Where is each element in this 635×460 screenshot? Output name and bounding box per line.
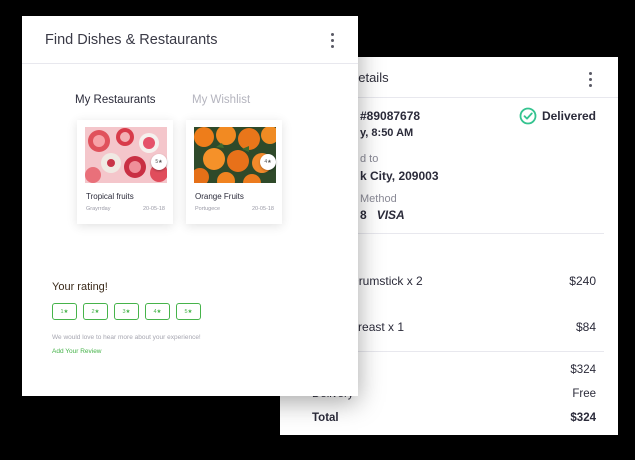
- find-dishes-header: Find Dishes & Restaurants: [22, 16, 358, 64]
- restaurant-name: Orange Fruits: [195, 192, 244, 201]
- status-label: Delivered: [541, 109, 596, 123]
- rating-note: We would love to hear more about your ex…: [52, 334, 201, 341]
- restaurant-location: Portugece: [195, 206, 221, 212]
- order-time: y, 8:50 AM: [360, 127, 414, 139]
- total-value: $324: [570, 412, 596, 424]
- delivered-to-label: d to: [360, 153, 379, 165]
- card-brand: VISA: [376, 208, 405, 222]
- rating-badge: 4★: [260, 154, 276, 170]
- item-price: $84: [575, 320, 596, 334]
- card-digit: 8: [360, 208, 367, 222]
- more-options-icon[interactable]: [589, 72, 593, 87]
- item-price: $240: [569, 274, 596, 288]
- status-badge: Delivered: [519, 107, 596, 125]
- add-review-link[interactable]: Add Your Review: [52, 348, 102, 355]
- delivered-to-value: k City, 209003: [360, 169, 439, 183]
- delivery-value: Free: [572, 388, 596, 400]
- page-title: Find Dishes & Restaurants: [45, 32, 218, 48]
- rating-option-2[interactable]: 2★: [83, 303, 108, 320]
- rating-option-4[interactable]: 4★: [145, 303, 170, 320]
- rating-option-3[interactable]: 3★: [114, 303, 139, 320]
- restaurant-card[interactable]: 4★ Orange Fruits Portugece 20-05-18: [186, 120, 282, 224]
- rating-title: Your rating!: [52, 281, 108, 293]
- restaurant-card[interactable]: 5★ Tropical fruits Grayrrday 20-05-18: [77, 120, 173, 224]
- tab-my-restaurants[interactable]: My Restaurants: [75, 94, 156, 106]
- total-row: Total $324: [312, 412, 596, 424]
- payment-method-value: 8 VISA: [360, 208, 405, 222]
- payment-method-label: Method: [360, 193, 397, 205]
- order-id: #89087678: [360, 109, 421, 123]
- tab-my-wishlist[interactable]: My Wishlist: [192, 94, 250, 106]
- restaurant-date: 20-05-18: [142, 206, 165, 212]
- rating-options: 1★ 2★ 3★ 4★ 5★: [52, 303, 201, 320]
- rating-option-5[interactable]: 5★: [176, 303, 201, 320]
- more-options-icon[interactable]: [331, 33, 335, 48]
- restaurant-location: Grayrrday: [86, 206, 111, 212]
- restaurant-name: Tropical fruits: [86, 192, 134, 201]
- find-dishes-card: Find Dishes & Restaurants My Restaurants…: [22, 16, 358, 396]
- rating-option-1[interactable]: 1★: [52, 303, 77, 320]
- rating-badge: 5★: [151, 154, 167, 170]
- check-circle-icon: [519, 107, 537, 125]
- subtotal-value: $324: [570, 364, 596, 376]
- restaurant-date: 20-05-18: [251, 206, 274, 212]
- total-label: Total: [312, 412, 339, 424]
